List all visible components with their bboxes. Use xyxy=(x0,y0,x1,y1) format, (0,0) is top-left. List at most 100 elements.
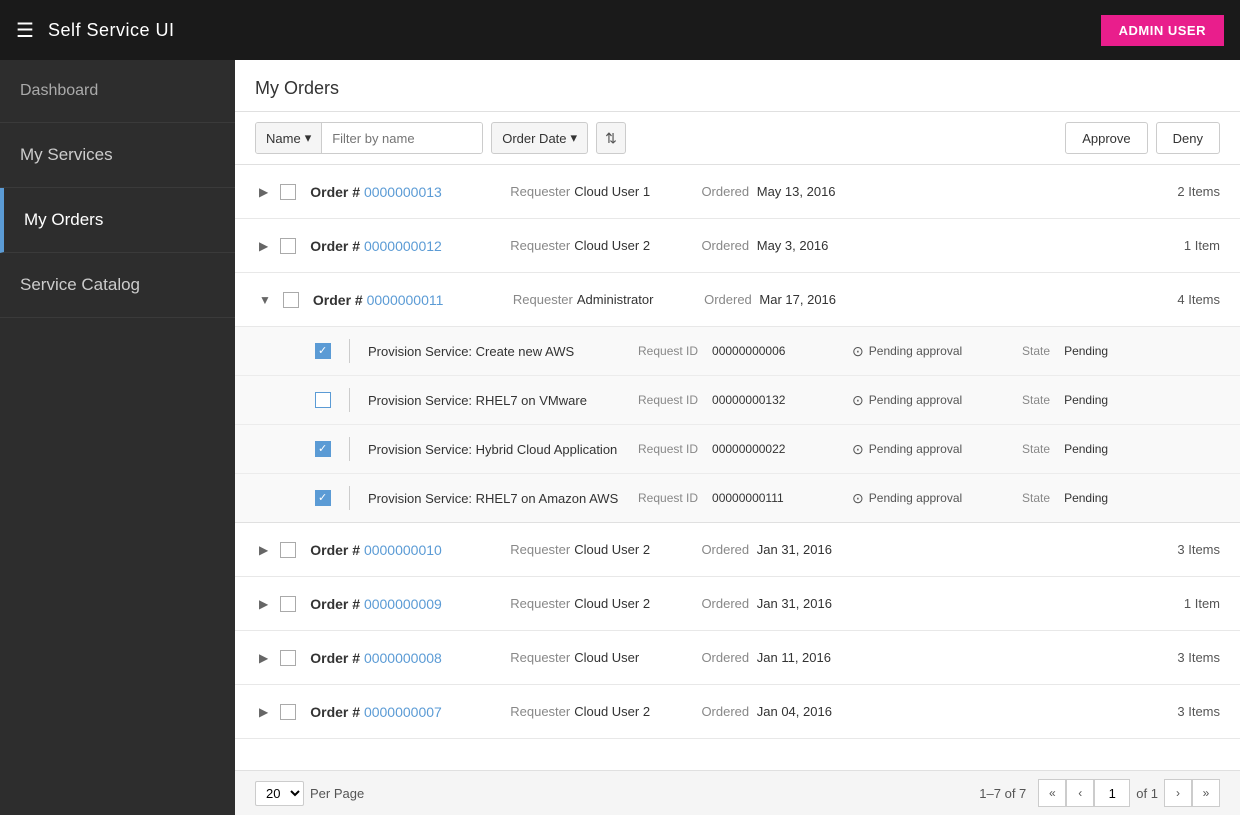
order-checkbox[interactable] xyxy=(280,542,296,558)
expand-button[interactable]: ▶ xyxy=(255,183,272,201)
ordered-label: Ordered xyxy=(694,238,749,253)
order-number: Order # 0000000012 xyxy=(310,238,510,254)
sidebar-item-my-services[interactable]: My Services xyxy=(0,123,235,188)
sub-row: Provision Service: Hybrid Cloud Applicat… xyxy=(235,425,1240,474)
order-row: ▶ Order # 0000000009 Requester Cloud Use… xyxy=(235,577,1240,631)
sub-checkbox[interactable] xyxy=(315,490,331,506)
ordered-value: Jan 31, 2016 xyxy=(753,596,863,611)
order-number: Order # 0000000009 xyxy=(310,596,510,612)
hamburger-icon[interactable]: ☰ xyxy=(16,18,34,43)
sub-state-value: Pending xyxy=(1064,442,1108,456)
sidebar-item-service-catalog[interactable]: Service Catalog xyxy=(0,253,235,318)
expand-button[interactable]: ▶ xyxy=(255,649,272,667)
requester-label: Requester xyxy=(510,650,570,665)
first-page-button[interactable]: « xyxy=(1038,779,1066,807)
requester-label: Requester xyxy=(510,542,570,557)
sort-icon: ⇅ xyxy=(605,130,617,147)
items-count: 1 Item xyxy=(1184,596,1220,611)
per-page-group: 20 Per Page xyxy=(255,781,364,806)
page-total: of 1 xyxy=(1136,786,1158,801)
expand-button[interactable]: ▶ xyxy=(255,237,272,255)
sub-request-label: Request ID xyxy=(638,344,698,358)
sub-row: Provision Service: RHEL7 on Amazon AWS R… xyxy=(235,474,1240,522)
order-checkbox[interactable] xyxy=(280,704,296,720)
order-number: Order # 0000000007 xyxy=(310,704,510,720)
sub-checkbox[interactable] xyxy=(315,343,331,359)
items-count: 1 Item xyxy=(1184,238,1220,253)
sub-checkbox[interactable] xyxy=(315,392,331,408)
next-page-button[interactable]: › xyxy=(1164,779,1192,807)
per-page-label: Per Page xyxy=(310,786,364,801)
sub-approval: ⊙ Pending approval xyxy=(852,392,1012,409)
page-info: 1–7 of 7 xyxy=(979,786,1026,801)
requester-value: Administrator xyxy=(577,292,697,307)
order-row: ▶ Order # 0000000007 Requester Cloud Use… xyxy=(235,685,1240,739)
last-page-button[interactable]: » xyxy=(1192,779,1220,807)
page-title: My Orders xyxy=(235,60,1240,112)
ordered-label: Ordered xyxy=(694,184,749,199)
ordered-value: May 13, 2016 xyxy=(753,184,863,199)
sort-button[interactable]: ⇅ xyxy=(596,122,626,154)
approve-button[interactable]: Approve xyxy=(1065,122,1147,154)
pagination-bar: 20 Per Page 1–7 of 7 « ‹ of 1 › » xyxy=(235,770,1240,815)
order-checkbox[interactable] xyxy=(280,184,296,200)
page-input[interactable] xyxy=(1094,779,1130,807)
requester-value: Cloud User 2 xyxy=(574,542,694,557)
sub-request-value: 00000000132 xyxy=(712,393,842,407)
expand-button[interactable]: ▶ xyxy=(255,595,272,613)
order-date-button[interactable]: Order Date ▾ xyxy=(491,122,588,154)
expand-button[interactable]: ▶ xyxy=(255,703,272,721)
sub-state-label: State xyxy=(1022,442,1050,456)
sub-request-value: 00000000006 xyxy=(712,344,842,358)
items-count: 3 Items xyxy=(1177,650,1220,665)
items-count: 3 Items xyxy=(1177,542,1220,557)
sub-service-name: Provision Service: RHEL7 on Amazon AWS xyxy=(368,491,628,506)
sidebar-item-dashboard[interactable]: Dashboard xyxy=(0,60,235,123)
order-row: ▶ Order # 0000000012 Requester Cloud Use… xyxy=(235,219,1240,273)
items-count: 3 Items xyxy=(1177,704,1220,719)
ordered-value: Jan 31, 2016 xyxy=(753,542,863,557)
sub-checkbox[interactable] xyxy=(315,441,331,457)
content-area: My Orders Name ▾ Order Date ▾ ⇅ Approve … xyxy=(235,60,1240,815)
sub-state-value: Pending xyxy=(1064,491,1108,505)
ordered-label: Ordered xyxy=(694,596,749,611)
clock-icon: ⊙ xyxy=(852,441,864,458)
filter-label-button[interactable]: Name ▾ xyxy=(256,122,322,154)
sub-request-label: Request ID xyxy=(638,393,698,407)
requester-label: Requester xyxy=(513,292,573,307)
sub-row: Provision Service: RHEL7 on VMware Reque… xyxy=(235,376,1240,425)
sub-request-value: 00000000022 xyxy=(712,442,842,456)
top-header: ☰ Self Service UI ADMIN USER xyxy=(0,0,1240,60)
clock-icon: ⊙ xyxy=(852,490,864,507)
deny-button[interactable]: Deny xyxy=(1156,122,1220,154)
order-checkbox[interactable] xyxy=(283,292,299,308)
toolbar: Name ▾ Order Date ▾ ⇅ Approve Deny xyxy=(235,112,1240,165)
order-checkbox[interactable] xyxy=(280,596,296,612)
sub-state-value: Pending xyxy=(1064,344,1108,358)
sub-approval: ⊙ Pending approval xyxy=(852,343,1012,360)
sub-divider xyxy=(349,339,350,363)
ordered-label: Ordered xyxy=(694,650,749,665)
sub-rows-container: Provision Service: Create new AWS Reques… xyxy=(235,327,1240,523)
admin-user-button[interactable]: ADMIN USER xyxy=(1101,15,1224,46)
expand-button[interactable]: ▼ xyxy=(255,291,275,309)
expand-button[interactable]: ▶ xyxy=(255,541,272,559)
sub-request-label: Request ID xyxy=(638,491,698,505)
order-checkbox[interactable] xyxy=(280,238,296,254)
sidebar-item-my-orders[interactable]: My Orders xyxy=(0,188,235,253)
ordered-value: Jan 11, 2016 xyxy=(753,650,863,665)
clock-icon: ⊙ xyxy=(852,343,864,360)
sub-divider xyxy=(349,388,350,412)
order-checkbox[interactable] xyxy=(280,650,296,666)
sub-service-name: Provision Service: Create new AWS xyxy=(368,344,628,359)
sub-divider xyxy=(349,437,350,461)
per-page-select[interactable]: 20 xyxy=(255,781,304,806)
ordered-value: Jan 04, 2016 xyxy=(753,704,863,719)
order-number: Order # 0000000011 xyxy=(313,292,513,308)
order-row: ▶ Order # 0000000010 Requester Cloud Use… xyxy=(235,523,1240,577)
main-layout: Dashboard My Services My Orders Service … xyxy=(0,60,1240,815)
filter-input[interactable] xyxy=(322,122,482,154)
prev-page-button[interactable]: ‹ xyxy=(1066,779,1094,807)
ordered-value: May 3, 2016 xyxy=(753,238,863,253)
ordered-label: Ordered xyxy=(694,704,749,719)
